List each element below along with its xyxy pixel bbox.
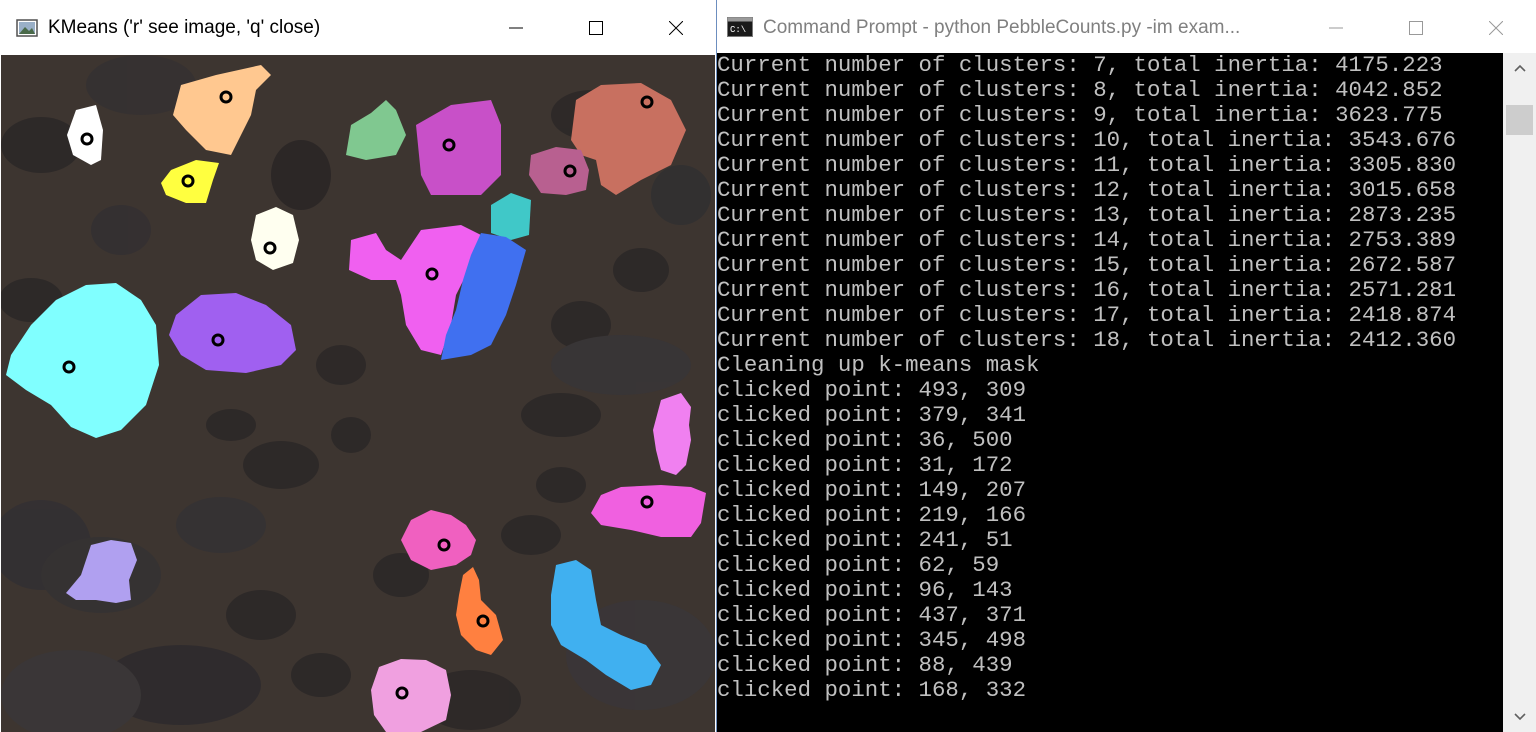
console-line: Current number of clusters: 16, total in… bbox=[717, 277, 1457, 303]
console-line: clicked point: 241, 51 bbox=[717, 527, 1013, 553]
console-line: Cleaning up k-means mask bbox=[717, 352, 1040, 378]
chevron-down-icon bbox=[1513, 713, 1526, 721]
cmd-maximize-button[interactable] bbox=[1376, 0, 1456, 55]
console-line: Current number of clusters: 15, total in… bbox=[717, 252, 1457, 278]
console-line: Current number of clusters: 9, total ine… bbox=[717, 102, 1443, 128]
cmd-window-title: Command Prompt - python PebbleCounts.py … bbox=[763, 16, 1241, 38]
console-output[interactable]: Current number of clusters: 7, total ine… bbox=[717, 53, 1503, 732]
console-line: Current number of clusters: 11, total in… bbox=[717, 152, 1457, 178]
close-icon bbox=[669, 20, 683, 35]
console-line: clicked point: 168, 332 bbox=[717, 677, 1027, 703]
console-line: clicked point: 345, 498 bbox=[717, 627, 1027, 653]
maximize-icon bbox=[589, 20, 603, 35]
close-icon bbox=[1489, 20, 1503, 35]
console-line: clicked point: 88, 439 bbox=[717, 652, 1013, 678]
console-line: clicked point: 31, 172 bbox=[717, 452, 1013, 478]
console-line: clicked point: 149, 207 bbox=[717, 477, 1027, 503]
scroll-up-button[interactable] bbox=[1503, 53, 1536, 83]
cmd-window[interactable]: C:\ Command Prompt - python PebbleCounts… bbox=[717, 0, 1536, 732]
console-line: clicked point: 493, 309 bbox=[717, 377, 1027, 403]
console-line: Current number of clusters: 7, total ine… bbox=[717, 53, 1443, 78]
minimize-icon bbox=[1329, 27, 1343, 28]
console-scrollbar[interactable] bbox=[1503, 53, 1536, 732]
cmd-titlebar[interactable]: C:\ Command Prompt - python PebbleCounts… bbox=[717, 0, 1536, 55]
kmeans-close-button[interactable] bbox=[636, 0, 716, 55]
console-line: Current number of clusters: 17, total in… bbox=[717, 302, 1457, 328]
cmd-minimize-button[interactable] bbox=[1296, 0, 1376, 55]
console-line: Current number of clusters: 18, total in… bbox=[717, 327, 1457, 353]
console-line: clicked point: 36, 500 bbox=[717, 427, 1013, 453]
minimize-icon bbox=[509, 27, 523, 28]
kmeans-window[interactable]: KMeans ('r' see image, 'q' close) bbox=[0, 0, 717, 732]
maximize-icon bbox=[1409, 20, 1423, 35]
console-line: Current number of clusters: 14, total in… bbox=[717, 227, 1457, 253]
image-icon bbox=[16, 17, 38, 39]
console-line: clicked point: 96, 143 bbox=[717, 577, 1013, 603]
console-line: clicked point: 437, 371 bbox=[717, 602, 1027, 628]
console-line: clicked point: 62, 59 bbox=[717, 552, 1000, 578]
console-lines: Current number of clusters: 7, total ine… bbox=[717, 53, 1503, 703]
svg-text:C:\: C:\ bbox=[730, 25, 746, 35]
chevron-up-icon bbox=[1513, 64, 1526, 72]
cmd-close-button[interactable] bbox=[1456, 0, 1536, 55]
kmeans-window-title: KMeans ('r' see image, 'q' close) bbox=[48, 16, 321, 38]
console-line: Current number of clusters: 12, total in… bbox=[717, 177, 1457, 203]
console-line: clicked point: 379, 341 bbox=[717, 402, 1027, 428]
console-line: clicked point: 219, 166 bbox=[717, 502, 1027, 528]
scroll-down-button[interactable] bbox=[1503, 702, 1536, 732]
console-line: Current number of clusters: 10, total in… bbox=[717, 127, 1457, 153]
kmeans-titlebar[interactable]: KMeans ('r' see image, 'q' close) bbox=[0, 0, 716, 55]
kmeans-maximize-button[interactable] bbox=[556, 0, 636, 55]
kmeans-minimize-button[interactable] bbox=[476, 0, 556, 55]
console-line: Current number of clusters: 8, total ine… bbox=[717, 77, 1443, 103]
kmeans-cluster-image[interactable] bbox=[1, 55, 715, 732]
scroll-thumb[interactable] bbox=[1506, 105, 1533, 135]
cmd-icon: C:\ bbox=[727, 16, 753, 39]
console-line: Current number of clusters: 13, total in… bbox=[717, 202, 1457, 228]
